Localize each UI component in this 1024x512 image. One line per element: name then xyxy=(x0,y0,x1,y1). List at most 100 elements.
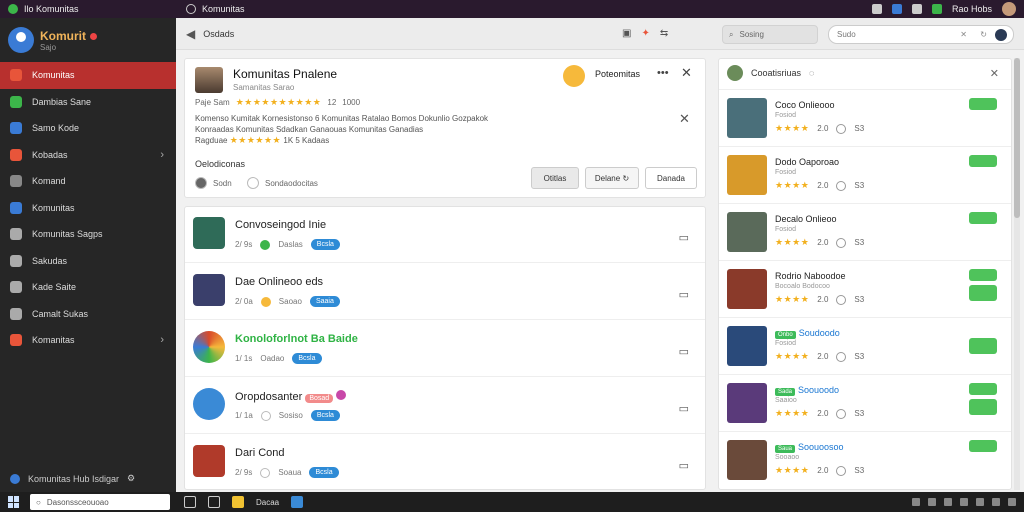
search-icon xyxy=(10,228,22,241)
sidebar-item-komanitas[interactable]: Komanitas › xyxy=(0,327,176,354)
join-button[interactable] xyxy=(969,440,997,452)
option-sondaodocitas[interactable]: Sondaodocitas xyxy=(247,177,318,189)
edit-icon[interactable] xyxy=(891,4,902,14)
chat-icon[interactable]: ▭ xyxy=(679,459,689,472)
recommendation-item[interactable]: Saua Soouoosoo Sooaoo ★★★★ 2.0 S3 xyxy=(719,431,1011,488)
taskbar-search[interactable]: ○ Dasonssceouoao xyxy=(30,494,170,510)
keyboard-icon[interactable] xyxy=(976,498,984,506)
secondary-button[interactable]: Delane ↻ xyxy=(585,167,639,189)
folder-icon[interactable] xyxy=(232,496,244,508)
user-avatar[interactable] xyxy=(1002,2,1016,16)
list-item[interactable]: Oropdosanter Bosad 1/ 1a Sosiso Bcsla ▭ xyxy=(185,378,705,434)
profile-avatar[interactable] xyxy=(195,67,223,93)
item-thumbnail xyxy=(727,440,767,480)
sidebar-item-komunitas[interactable]: Komunitas xyxy=(0,62,176,89)
more-options-icon[interactable]: ••• xyxy=(657,67,669,79)
scrollbar-thumb[interactable] xyxy=(1014,58,1020,218)
fire-icon[interactable]: ✦ xyxy=(641,28,649,39)
recommendation-item[interactable]: Decalo Onlieoo Fosiod ★★★★ 2.0 S3 xyxy=(719,203,1011,260)
window-icon[interactable] xyxy=(208,496,220,508)
list-item[interactable]: Dari Cond 2/ 9s Soaua Bcsla ▭ xyxy=(185,435,705,491)
follow-button[interactable] xyxy=(969,338,997,354)
settings-icon[interactable] xyxy=(911,4,922,14)
volume-icon[interactable] xyxy=(928,498,936,506)
follow-button[interactable] xyxy=(969,285,997,301)
sidebar-item-kobadas[interactable]: Kobadas › xyxy=(0,142,176,169)
reaction-label[interactable]: Poteomitas xyxy=(595,69,640,79)
network-icon[interactable] xyxy=(912,498,920,506)
rating-value: 2.0 xyxy=(817,238,829,247)
battery-icon[interactable] xyxy=(944,498,952,506)
primary-button[interactable]: Otitlas xyxy=(531,167,579,189)
list-item[interactable]: Dae Onlineoo eds 2/ 0a Saoao Saaia ▭ xyxy=(185,264,705,320)
sidebar-item-komunitas-2[interactable]: Komunitas xyxy=(0,195,176,222)
app-icon[interactable] xyxy=(291,496,304,508)
radio-icon xyxy=(836,180,847,191)
close-icon[interactable]: ✕ xyxy=(681,65,692,81)
notification-icon[interactable] xyxy=(992,498,1000,506)
back-arrow-icon[interactable]: ◀ xyxy=(186,27,195,41)
sidebar-item-samo[interactable]: Samo Kode xyxy=(0,115,176,142)
search-input[interactable]: ⌕ Sosing xyxy=(722,25,818,44)
list-item[interactable]: Convoseingod Inie 2/ 9s Daslas Bcsla ▭ xyxy=(185,207,705,263)
emoji-reaction-icon[interactable] xyxy=(563,65,585,87)
follow-button[interactable] xyxy=(969,399,997,415)
chat-icon[interactable]: ▭ xyxy=(679,402,689,415)
info-icon[interactable]: ◌ xyxy=(809,68,814,78)
item-badge: Bcsla xyxy=(309,467,339,478)
community-list: Convoseingod Inie 2/ 9s Daslas Bcsla ▭ Dae… xyxy=(184,206,706,490)
close-icon[interactable]: ✕ xyxy=(990,67,999,80)
account-icon[interactable] xyxy=(995,28,1007,41)
sidebar-item-komand[interactable]: Komand xyxy=(0,168,176,195)
recommendation-item[interactable]: Onbo Soudoodo Fosiod ★★★★ 2.0 S3 xyxy=(719,317,1011,374)
join-button[interactable] xyxy=(969,212,997,224)
item-count: 2/ 9s xyxy=(235,468,253,477)
chat-icon[interactable]: ▭ xyxy=(679,288,689,301)
join-button[interactable] xyxy=(969,98,997,110)
clear-icon[interactable]: ✕ xyxy=(960,30,967,39)
task-view-icon[interactable] xyxy=(184,496,196,508)
recommendation-item[interactable]: Coco Onlieooo Fosiod ★★★★ 2.0 S3 xyxy=(719,89,1011,146)
brand[interactable]: Komurit Sajo xyxy=(0,18,176,62)
panel-header: Cooatisriuas ◌ xyxy=(727,65,814,81)
join-button[interactable] xyxy=(969,155,997,167)
chevron-right-icon: › xyxy=(160,148,164,161)
user-name[interactable]: Rao Hobs xyxy=(952,4,992,14)
breadcrumb[interactable]: Osdads xyxy=(203,29,234,39)
leaf-icon xyxy=(10,95,22,108)
taskbar-app-label[interactable]: Dacaa xyxy=(256,498,279,507)
frame-icon[interactable]: ▣ xyxy=(622,28,631,39)
sidebar-footer-label: Komunitas Hub Isdigar xyxy=(28,473,120,484)
brand-name: Komurit xyxy=(40,28,86,43)
sidebar-item-komunitas-sagps[interactable]: Komunitas Sagps xyxy=(0,221,176,248)
chat-icon[interactable]: ▭ xyxy=(679,345,689,358)
sidebar-footer[interactable]: Komunitas Hub Isdigar ⚙ xyxy=(10,473,135,484)
clock-icon[interactable] xyxy=(960,498,968,506)
gear-icon[interactable]: ⚙ xyxy=(127,473,135,484)
sidebar-item-camalt[interactable]: Camalt Sukas xyxy=(0,301,176,328)
filter-input[interactable]: Sudo ✕ ↻ xyxy=(828,25,1014,44)
scrollbar[interactable] xyxy=(1014,58,1020,490)
chat-icon[interactable]: ▭ xyxy=(679,231,689,244)
recommendation-item[interactable]: Rodrio Naboodoe Bocoalo Bodocoo ★★★★ 2.0 S… xyxy=(719,260,1011,317)
bell-icon[interactable] xyxy=(871,4,882,14)
app-badge-icon[interactable] xyxy=(931,4,942,14)
join-button[interactable] xyxy=(969,383,997,395)
recommendation-item[interactable]: Sada Soouoodo Saaioo ★★★★ 2.0 S3 xyxy=(719,374,1011,431)
share-icon[interactable]: ⇆ xyxy=(660,28,668,39)
dismiss-icon[interactable]: ✕ xyxy=(679,111,690,127)
windows-start-icon[interactable] xyxy=(8,496,20,508)
search-icon: ○ xyxy=(36,497,41,507)
item-meta-label: Sosiso xyxy=(278,411,303,420)
option-sodn[interactable]: Sodn xyxy=(195,177,232,189)
tertiary-button[interactable]: Danada xyxy=(645,167,697,189)
sidebar-item-dambias[interactable]: Dambias Sane xyxy=(0,89,176,116)
sidebar-item-sakudas[interactable]: Sakudas xyxy=(0,248,176,275)
refresh-icon[interactable]: ↻ xyxy=(980,30,987,39)
recommendation-item[interactable]: Dodo Oaporoao Fosiod ★★★★ 2.0 S3 xyxy=(719,146,1011,203)
sidebar-item-kade-saite[interactable]: Kade Saite xyxy=(0,274,176,301)
join-button[interactable] xyxy=(969,269,997,281)
list-item[interactable]: Konoloforlnot Ba Baide 1/ 1s Oadao Bcsla ▭ xyxy=(185,321,705,377)
rating-value: 2.0 xyxy=(817,409,829,418)
show-desktop-icon[interactable] xyxy=(1008,498,1016,506)
